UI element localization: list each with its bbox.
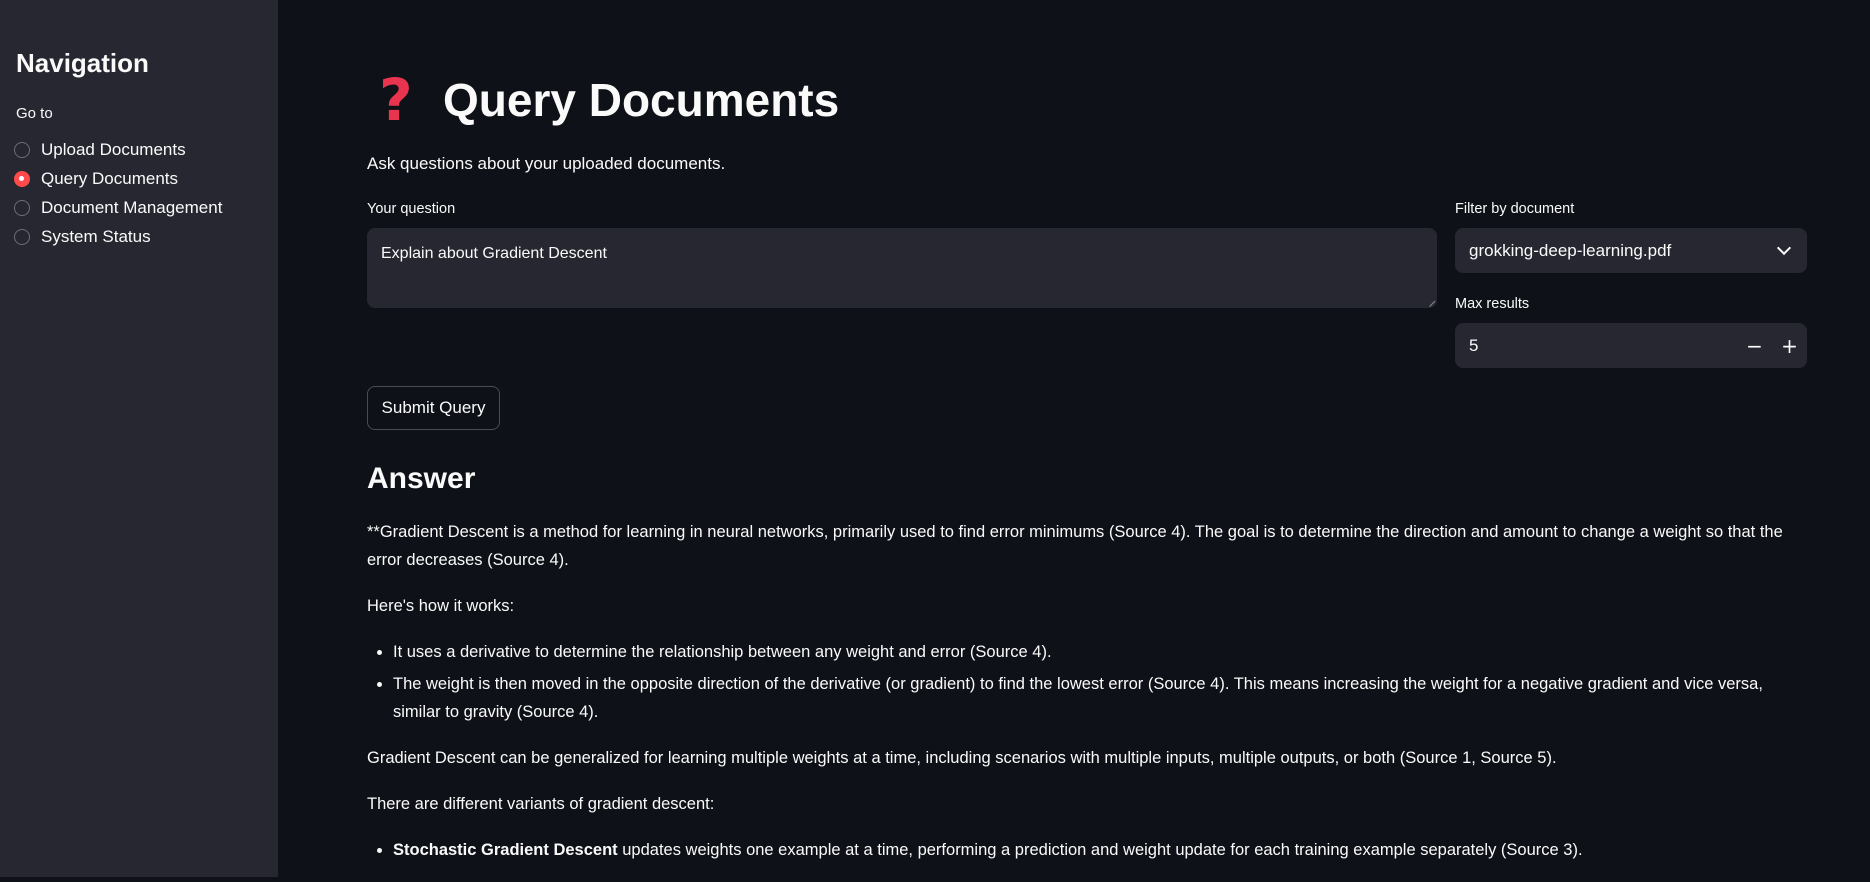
- answer-paragraph: There are different variants of gradient…: [367, 795, 715, 813]
- radio-checked-icon: [14, 170, 30, 187]
- list-item-text: updates weights one example at a time, p…: [617, 841, 1583, 859]
- nav-option-label: Upload Documents: [41, 139, 186, 159]
- page-subtitle: Ask questions about your uploaded docume…: [367, 154, 726, 173]
- sidebar-title: Navigation: [16, 48, 149, 78]
- question-value: Explain about Gradient Descent: [381, 245, 607, 262]
- decrement-button[interactable]: −: [1737, 323, 1772, 368]
- max-results-input[interactable]: 5: [1455, 336, 1737, 356]
- answer-list: Stochastic Gradient Descent updates weig…: [367, 836, 1797, 864]
- max-results-stepper: 5 − +: [1455, 323, 1807, 368]
- page-title: ? Query Documents: [367, 70, 839, 130]
- answer-list: It uses a derivative to determine the re…: [367, 638, 1797, 726]
- radio-unchecked-icon: [14, 228, 30, 245]
- filter-select[interactable]: grokking-deep-learning.pdf: [1455, 228, 1807, 273]
- nav-option-system-status[interactable]: System Status: [14, 222, 222, 251]
- page-title-text: Query Documents: [443, 74, 840, 126]
- question-label: Your question: [367, 201, 456, 217]
- answer-paragraph: Gradient Descent can be generalized for …: [367, 749, 1557, 767]
- sidebar: Navigation Go to Upload Documents Query …: [0, 0, 278, 877]
- nav-option-label: Document Management: [41, 197, 223, 217]
- answer-paragraph: Here's how it works:: [367, 597, 515, 615]
- increment-button[interactable]: +: [1772, 323, 1807, 368]
- answer-body: **Gradient Descent is a method for learn…: [367, 518, 1797, 882]
- chevron-down-icon: [1776, 240, 1792, 256]
- max-results-label: Max results: [1455, 296, 1530, 312]
- nav-option-query-documents[interactable]: Query Documents: [14, 164, 222, 193]
- list-item: It uses a derivative to determine the re…: [393, 638, 1797, 666]
- nav-option-upload-documents[interactable]: Upload Documents: [14, 135, 222, 164]
- radio-unchecked-icon: [14, 141, 30, 158]
- resize-handle-icon[interactable]: [1423, 294, 1436, 308]
- goto-label: Go to: [16, 105, 53, 122]
- radio-unchecked-icon: [14, 199, 30, 216]
- question-mark-icon: ?: [379, 66, 413, 134]
- list-item-bold: Stochastic Gradient Descent: [393, 841, 618, 859]
- answer-heading: Answer: [367, 462, 476, 495]
- nav-option-label: Query Documents: [41, 168, 178, 188]
- main-area: ? Query Documents Ask questions about yo…: [278, 0, 1870, 877]
- answer-paragraph: **Gradient Descent is a method for learn…: [367, 523, 1783, 569]
- nav-option-label: System Status: [41, 226, 151, 246]
- list-item: The weight is then moved in the opposite…: [393, 670, 1797, 726]
- nav-radio-group: Upload Documents Query Documents Documen…: [14, 135, 222, 251]
- filter-label: Filter by document: [1455, 201, 1575, 217]
- nav-option-document-management[interactable]: Document Management: [14, 193, 222, 222]
- question-input[interactable]: Explain about Gradient Descent: [367, 228, 1437, 308]
- filter-select-value: grokking-deep-learning.pdf: [1469, 240, 1672, 260]
- submit-query-button[interactable]: Submit Query: [367, 386, 500, 430]
- list-item: Stochastic Gradient Descent updates weig…: [393, 836, 1797, 864]
